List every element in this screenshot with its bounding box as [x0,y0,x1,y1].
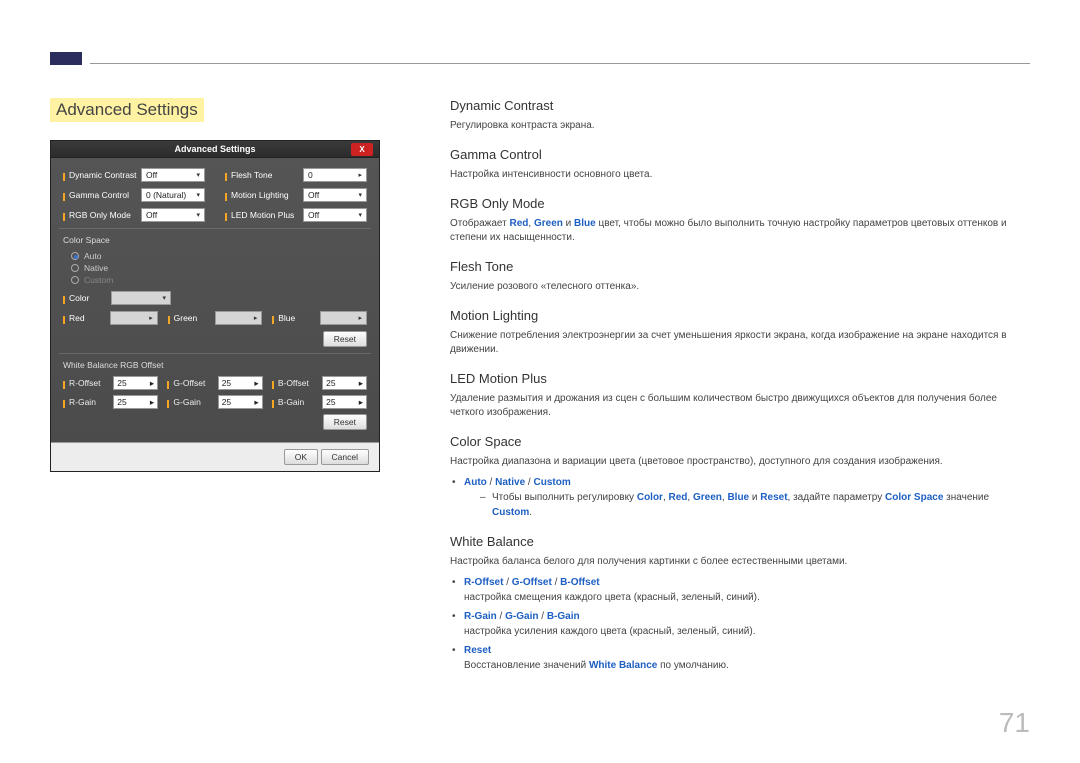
spin-blue[interactable]: ▸ [320,311,367,325]
label-led-motion: LED Motion Plus [225,210,303,220]
spin-r-gain[interactable]: 25▸ [113,395,158,409]
spin-g-gain[interactable]: 25▸ [218,395,263,409]
p-motion: Снижение потребления электроэнергии за с… [450,329,1030,357]
select-color[interactable]: ▾ [111,291,171,305]
p-dynamic-contrast: Регулировка контраста экрана. [450,119,1030,133]
li-color-space-note: Чтобы выполнить регулировку Color, Red, … [492,490,1030,520]
h-color-space: Color Space [450,434,1030,449]
label-blue: Blue [272,313,319,323]
p-color-space: Настройка диапазона и вариации цвета (цв… [450,455,1030,469]
row-gamma: Gamma Control 0 (Natural)▾ Motion Lighti… [63,188,367,202]
label-b-gain: B-Gain [272,397,322,407]
label-rgb-only: RGB Only Mode [63,210,141,220]
label-flesh-tone: Flesh Tone [225,170,303,180]
radio-custom[interactable]: Custom [71,275,367,285]
label-green: Green [168,313,215,323]
p-flesh: Усиление розового «телесного оттенка». [450,280,1030,294]
panel-titlebar: Advanced Settings X [51,141,379,158]
p-white-balance: Настройка баланса белого для получения к… [450,555,1030,569]
select-gamma[interactable]: 0 (Natural)▾ [141,188,205,202]
h-motion: Motion Lighting [450,308,1030,323]
select-rgb-only[interactable]: Off▾ [141,208,205,222]
spin-b-offset[interactable]: 25▸ [322,376,367,390]
label-dynamic-contrast: Dynamic Contrast [63,170,141,180]
spin-r-offset[interactable]: 25▸ [113,376,158,390]
select-led-motion[interactable]: Off▾ [303,208,367,222]
h-gamma: Gamma Control [450,147,1030,162]
spin-b-gain[interactable]: 25▸ [322,395,367,409]
reset-color-button[interactable]: Reset [323,331,367,347]
label-r-offset: R-Offset [63,378,113,388]
label-color: Color [63,293,111,303]
li-color-space-options: Auto / Native / Custom Чтобы выполнить р… [464,475,1030,520]
wb-gain-row: R-Gain 25▸ G-Gain 25▸ B-Gain 25▸ [63,395,367,409]
label-red: Red [63,313,110,323]
h-rgb: RGB Only Mode [450,196,1030,211]
row-rgb-only: RGB Only Mode Off▾ LED Motion Plus Off▾ [63,208,367,222]
panel-title: Advanced Settings [174,144,255,154]
close-icon[interactable]: X [351,143,373,156]
row-dynamic-contrast: Dynamic Contrast Off▾ Flesh Tone 0▸ [63,168,367,182]
label-motion-lighting: Motion Lighting [225,190,303,200]
advanced-settings-panel: Advanced Settings X Dynamic Contrast Off… [50,140,380,472]
h-flesh: Flesh Tone [450,259,1030,274]
li-wb-reset: Reset Восстановление значений White Bala… [464,643,1030,673]
header-accent [50,52,82,65]
header-rule [90,63,1030,64]
page-title: Advanced Settings [50,98,204,122]
spin-green[interactable]: ▸ [215,311,262,325]
radio-native[interactable]: Native [71,263,367,273]
select-motion-lighting[interactable]: Off▾ [303,188,367,202]
cancel-button[interactable]: Cancel [321,449,369,465]
page-number: 71 [999,707,1030,739]
color-space-heading: Color Space [63,235,367,245]
label-b-offset: B-Offset [272,378,322,388]
radio-auto[interactable]: Auto [71,251,367,261]
li-wb-offset: R-Offset / G-Offset / B-Offset настройка… [464,575,1030,605]
h-dynamic-contrast: Dynamic Contrast [450,98,1030,113]
h-white-balance: White Balance [450,534,1030,549]
row-color-picker: Color ▾ [63,291,367,305]
spin-red[interactable]: ▸ [110,311,157,325]
row-rgb-pickers: Red ▸ Green ▸ Blue ▸ [63,311,367,325]
li-wb-gain: R-Gain / G-Gain / B-Gain настройка усиле… [464,609,1030,639]
wb-heading: White Balance RGB Offset [63,360,367,370]
p-rgb: Отображает Red, Green и Blue цвет, чтобы… [450,217,1030,245]
ok-button[interactable]: OK [284,449,318,465]
wb-offset-row: R-Offset 25▸ G-Offset 25▸ B-Offset 25▸ [63,376,367,390]
reset-wb-button[interactable]: Reset [323,414,367,430]
label-gamma: Gamma Control [63,190,141,200]
label-g-gain: G-Gain [167,397,217,407]
label-g-offset: G-Offset [167,378,217,388]
p-led: Удаление размытия и дрожания из сцен с б… [450,392,1030,420]
p-gamma: Настройка интенсивности основного цвета. [450,168,1030,182]
h-led: LED Motion Plus [450,371,1030,386]
select-dynamic-contrast[interactable]: Off▾ [141,168,205,182]
label-r-gain: R-Gain [63,397,113,407]
spin-g-offset[interactable]: 25▸ [218,376,263,390]
select-flesh-tone[interactable]: 0▸ [303,168,367,182]
